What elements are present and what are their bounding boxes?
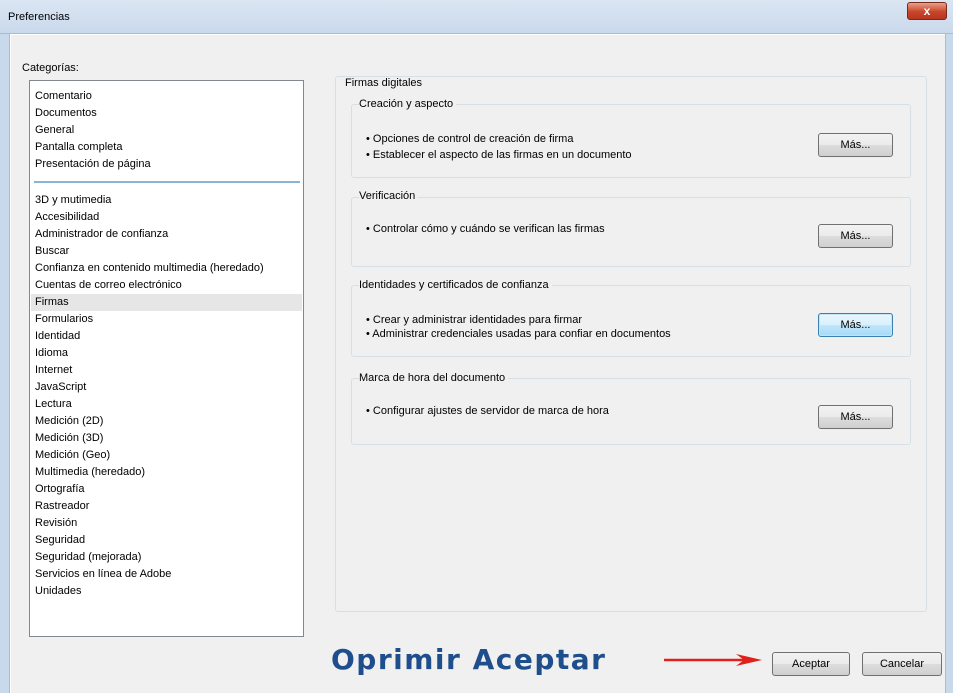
bullet-text: • Crear y administrar identidades para f…: [366, 314, 582, 326]
category-item-cuentas-de-correo[interactable]: Cuentas de correo electrónico: [31, 277, 302, 294]
red-arrow-icon: [664, 654, 762, 666]
category-item-javascript[interactable]: JavaScript: [31, 379, 302, 396]
category-item-buscar[interactable]: Buscar: [31, 243, 302, 260]
category-item-comentario[interactable]: Comentario: [31, 88, 302, 105]
window-frame-left: [0, 34, 10, 693]
category-item-medicion-3d[interactable]: Medición (3D): [31, 430, 302, 447]
category-item-documentos[interactable]: Documentos: [31, 105, 302, 122]
close-button[interactable]: x: [907, 2, 947, 20]
mas-button-verification[interactable]: Más...: [818, 224, 893, 248]
close-icon: x: [923, 4, 931, 18]
group-title-identities: Identidades y certificados de confianza: [359, 279, 552, 291]
category-item-multimedia-heredado[interactable]: Multimedia (heredado): [31, 464, 302, 481]
categories-list[interactable]: Comentario Documentos General Pantalla c…: [29, 80, 304, 637]
bullet-text: • Configurar ajustes de servidor de marc…: [366, 405, 609, 417]
panel-title: Firmas digitales: [345, 77, 423, 89]
category-item-unidades[interactable]: Unidades: [31, 583, 302, 600]
category-item-medicion-geo[interactable]: Medición (Geo): [31, 447, 302, 464]
category-item-firmas[interactable]: Firmas: [31, 294, 302, 311]
group-title-creation-appearance: Creación y aspecto: [359, 98, 457, 110]
categories-label: Categorías:: [22, 62, 79, 74]
accept-button[interactable]: Aceptar: [772, 652, 850, 676]
mas-button-creation[interactable]: Más...: [818, 133, 893, 157]
category-item-ortografia[interactable]: Ortografía: [31, 481, 302, 498]
category-item-general[interactable]: General: [31, 122, 302, 139]
title-bar: Preferencias x: [0, 0, 953, 34]
category-item-lectura[interactable]: Lectura: [31, 396, 302, 413]
category-item-rastreador[interactable]: Rastreador: [31, 498, 302, 515]
category-item-administrador-de-confianza[interactable]: Administrador de confianza: [31, 226, 302, 243]
bullet-text: • Establecer el aspecto de las firmas en…: [366, 149, 632, 161]
category-item-medicion-2d[interactable]: Medición (2D): [31, 413, 302, 430]
mas-button-timestamp[interactable]: Más...: [818, 405, 893, 429]
group-title-verification: Verificación: [359, 190, 419, 202]
bullet-text: • Controlar cómo y cuándo se verifican l…: [366, 223, 605, 235]
category-item-identidad[interactable]: Identidad: [31, 328, 302, 345]
category-item-servicios-adobe[interactable]: Servicios en línea de Adobe: [31, 566, 302, 583]
bullet-text: • Opciones de control de creación de fir…: [366, 133, 574, 145]
category-item-internet[interactable]: Internet: [31, 362, 302, 379]
category-item-formularios[interactable]: Formularios: [31, 311, 302, 328]
instruction-annotation: Oprimir Aceptar: [331, 643, 607, 676]
category-separator: [34, 181, 300, 183]
category-item-seguridad[interactable]: Seguridad: [31, 532, 302, 549]
cancel-button[interactable]: Cancelar: [862, 652, 942, 676]
category-item-revision[interactable]: Revisión: [31, 515, 302, 532]
category-item-3d-multimedia[interactable]: 3D y mutimedia: [31, 192, 302, 209]
mas-button-identities[interactable]: Más...: [818, 313, 893, 337]
category-item-accesibilidad[interactable]: Accesibilidad: [31, 209, 302, 226]
category-item-seguridad-mejorada[interactable]: Seguridad (mejorada): [31, 549, 302, 566]
category-item-presentacion-de-pagina[interactable]: Presentación de página: [31, 156, 302, 173]
category-item-pantalla-completa[interactable]: Pantalla completa: [31, 139, 302, 156]
window-title: Preferencias: [8, 11, 70, 23]
category-item-idioma[interactable]: Idioma: [31, 345, 302, 362]
group-title-timestamp: Marca de hora del documento: [359, 372, 509, 384]
window-frame-right: [945, 34, 953, 693]
bullet-text: • Administrar credenciales usadas para c…: [366, 328, 671, 340]
category-item-confianza-multimedia[interactable]: Confianza en contenido multimedia (hered…: [31, 260, 302, 277]
